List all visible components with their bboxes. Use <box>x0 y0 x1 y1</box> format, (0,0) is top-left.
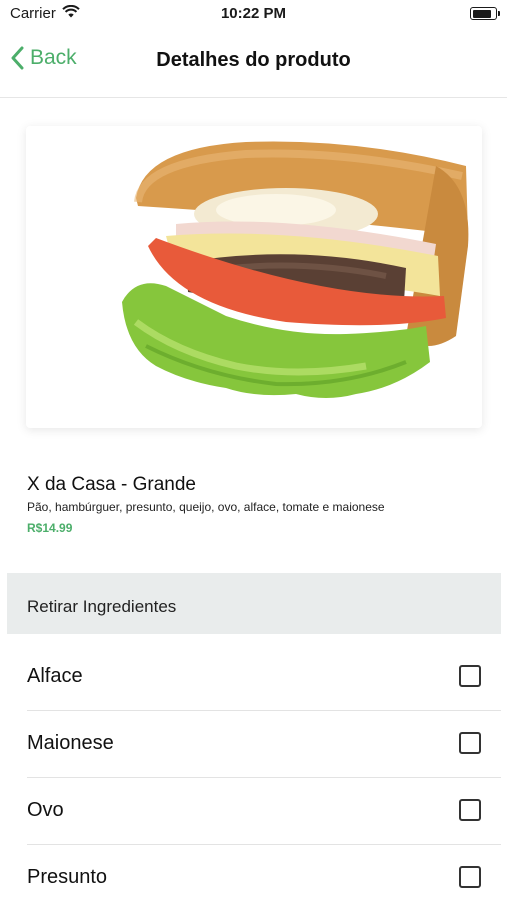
status-time: 10:22 PM <box>220 5 287 22</box>
burger-photo <box>122 141 469 398</box>
product-description: Pão, hambúrguer, presunto, queijo, ovo, … <box>27 500 385 514</box>
product-image-card <box>26 126 482 428</box>
ingredient-row-ovo[interactable]: Ovo <box>27 778 501 845</box>
section-header: Retirar Ingredientes <box>7 573 501 634</box>
section-title: Retirar Ingredientes <box>27 597 177 616</box>
ingredient-row-alface[interactable]: Alface <box>27 644 501 711</box>
product-price: R$14.99 <box>27 521 73 535</box>
page-title: Detalhes do produto <box>156 49 351 71</box>
ingredient-list: Alface Maionese Ovo Presunto <box>27 644 501 900</box>
checkbox[interactable] <box>459 799 481 821</box>
ingredient-label: Presunto <box>27 866 108 888</box>
ingredient-row-presunto[interactable]: Presunto <box>27 845 501 900</box>
product-name: X da Casa - Grande <box>27 474 196 495</box>
ingredient-label: Ovo <box>27 799 64 821</box>
battery-level <box>472 9 491 18</box>
checkbox[interactable] <box>459 732 481 754</box>
ingredient-label: Maionese <box>27 732 114 754</box>
status-bar: Carrier 10:22 PM <box>0 0 507 28</box>
ingredient-label: Alface <box>27 665 83 687</box>
battery-icon <box>470 7 500 20</box>
checkbox[interactable] <box>459 665 481 687</box>
ingredient-row-maionese[interactable]: Maionese <box>27 711 501 778</box>
navigation-bar: Back Detalhes do produto <box>0 28 507 98</box>
checkbox[interactable] <box>459 866 481 888</box>
